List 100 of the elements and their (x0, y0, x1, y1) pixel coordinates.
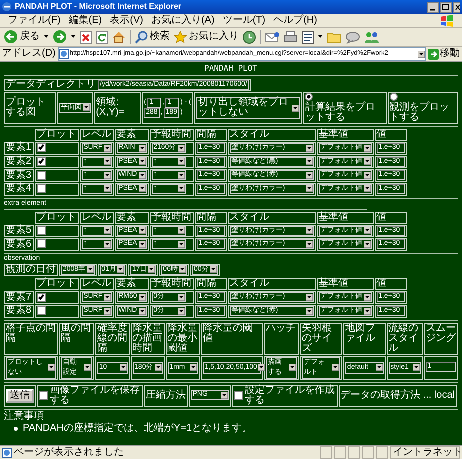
radio-label: 計算結果をプロットする (305, 103, 376, 123)
checkbox[interactable] (36, 156, 46, 166)
status-panel (362, 446, 374, 459)
caret-icon (364, 308, 371, 315)
caret-icon (178, 308, 185, 315)
column-header: プロット (36, 212, 77, 223)
minimize-icon (427, 2, 439, 12)
column-header: 基準値 (318, 212, 349, 223)
checkbox[interactable] (36, 170, 46, 180)
column-header: 基準値 (318, 130, 349, 140)
menu-item[interactable]: ツール(T) (222, 16, 266, 26)
row-label: 要素6 (6, 240, 32, 250)
checkbox[interactable] (36, 306, 46, 316)
menu-item[interactable]: 編集(E) (68, 16, 102, 26)
caret-icon (138, 144, 146, 152)
column-header: 地図ファイル (345, 324, 376, 344)
column-header: 値 (376, 212, 387, 223)
column-header: プロット (36, 130, 77, 140)
folder-icon (327, 30, 342, 44)
status-zone: イントラネット (393, 448, 462, 458)
caret-icon (104, 172, 111, 179)
column-header: 値 (376, 279, 387, 290)
caret-icon (178, 294, 185, 301)
column-header: レベル (82, 130, 112, 140)
checkbox[interactable] (36, 239, 46, 248)
caret-icon (289, 364, 296, 372)
refresh-icon (96, 30, 108, 44)
radio-button[interactable] (305, 93, 314, 102)
column-header: 間隔 (196, 212, 217, 223)
caret-icon (178, 172, 185, 179)
go-button[interactable]: 移動 (428, 48, 460, 60)
caret-icon (292, 104, 300, 112)
menu-item[interactable]: 表示(V) (110, 16, 144, 26)
search-icon (135, 30, 148, 44)
submit-button[interactable]: 送信 (6, 388, 34, 403)
column-header: 値 (376, 130, 387, 140)
caret-icon (306, 158, 313, 166)
field-label: 領域:(X,Y)= (96, 98, 126, 118)
row-label: 要素1 (6, 143, 32, 154)
menu-item[interactable]: ファイル(F) (8, 16, 61, 26)
page-icon (2, 448, 12, 458)
caret-icon (364, 172, 371, 179)
maximize-icon (440, 2, 452, 12)
favorites-button[interactable]: お気に入り (174, 30, 239, 44)
dropdown[interactable]: 切り出し領域をプロットしない (196, 97, 300, 119)
column-header: スムージング (426, 324, 456, 344)
radio-button[interactable] (390, 93, 398, 102)
column-header: プロット (36, 279, 77, 290)
menu-item[interactable]: お気に入り(A) (151, 16, 215, 26)
column-header: 降水量の閾値 (202, 324, 254, 344)
window-title: PANDAH PLOT - Microsoft Internet Explorer (15, 2, 182, 12)
field-label: データディレクトリ (6, 80, 96, 90)
caret-icon (418, 50, 425, 58)
column-header: 間隔 (196, 279, 217, 290)
caret-icon (104, 294, 111, 301)
caret-icon (210, 266, 217, 274)
back-button[interactable]: 戻る (4, 30, 40, 44)
caret-icon (220, 392, 228, 399)
status-text: ページが表示されました (14, 448, 124, 458)
caret-icon (104, 144, 111, 152)
caret-icon (332, 364, 340, 372)
caret-icon (104, 240, 111, 248)
row-label: 要素2 (6, 156, 32, 167)
checkbox[interactable] (36, 143, 46, 152)
caret-icon (364, 240, 371, 248)
row-label: 要素7 (6, 292, 32, 303)
caret-icon (48, 364, 56, 372)
caret-icon (138, 308, 146, 315)
document-icon (302, 30, 314, 44)
status-panel (348, 446, 360, 459)
checkbox[interactable] (234, 391, 243, 400)
caret-icon (306, 185, 313, 192)
checkbox[interactable] (39, 391, 48, 400)
column-header: レベル (82, 212, 112, 223)
row-label: 要素3 (6, 170, 32, 181)
close-icon (453, 2, 460, 12)
caret-icon (306, 172, 313, 179)
column-header: 予報時間 (152, 212, 192, 223)
caret-icon (138, 172, 146, 179)
menu-item[interactable]: ヘルプ(H) (274, 16, 318, 26)
column-header: スタイル (230, 279, 270, 290)
caret-icon (364, 144, 371, 152)
caret-icon (117, 266, 124, 274)
caret-icon (83, 104, 90, 112)
field-label: 観測の日付 (6, 265, 56, 276)
checkbox-label: 設定ファイルを作成する (244, 386, 336, 406)
forward-arrow-icon (53, 30, 67, 44)
search-button[interactable]: 検索 (135, 30, 170, 44)
home-icon (112, 30, 126, 44)
column-header: 要素 (116, 279, 137, 290)
checkbox[interactable] (36, 226, 46, 235)
checkbox[interactable] (36, 184, 46, 194)
column-header: レベル (82, 279, 112, 290)
caret-icon (138, 227, 146, 234)
checkbox[interactable] (36, 292, 46, 302)
address-label: アドレス(D) (2, 49, 56, 59)
caret-icon (104, 158, 111, 166)
caret-icon (86, 266, 94, 274)
page-icon (58, 49, 69, 59)
caret-icon (412, 364, 420, 372)
